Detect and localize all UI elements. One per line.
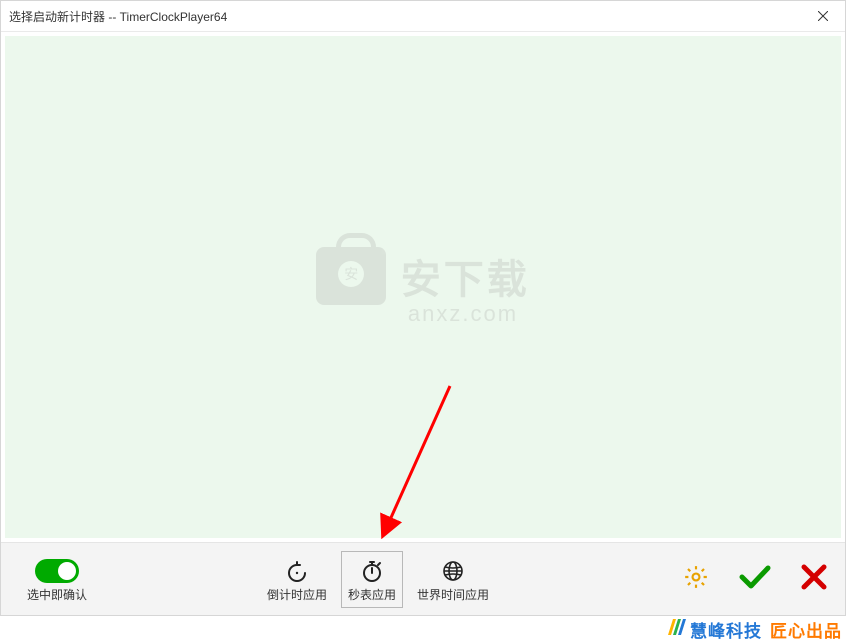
content-area: 安下载 anxz.com (5, 36, 841, 538)
x-icon (801, 564, 827, 590)
confirm-button[interactable] (739, 564, 771, 595)
watermark-text-small: anxz.com (396, 301, 529, 327)
confirm-on-select-toggle[interactable]: 选中即确认 (21, 552, 93, 607)
countdown-app-button[interactable]: 倒计时应用 (261, 552, 333, 607)
branding-footer: 慧峰科技 匠心出品 (662, 616, 848, 642)
watermark: 安下载 anxz.com (316, 247, 529, 327)
branding-part-a: 慧峰科技 (690, 617, 762, 642)
settings-button[interactable] (683, 564, 709, 595)
gear-icon (683, 564, 709, 590)
watermark-bag-icon (316, 247, 386, 305)
footer-right-actions (683, 564, 835, 595)
countdown-label: 倒计时应用 (267, 586, 327, 603)
toggle-on-icon (35, 559, 79, 583)
stopwatch-app-button[interactable]: 秒表应用 (341, 551, 403, 608)
stopwatch-label: 秒表应用 (348, 586, 396, 603)
stopwatch-icon (360, 559, 384, 583)
window-title: 选择启动新计时器 -- TimerClockPlayer64 (9, 8, 227, 25)
cancel-button[interactable] (801, 564, 827, 595)
watermark-text-big: 安下载 (401, 247, 530, 305)
confirm-on-select-label: 选中即确认 (27, 586, 87, 603)
footer-toolbar: 选中即确认 倒计时应用 (1, 542, 845, 615)
branding-part-b: 匠心出品 (770, 617, 842, 642)
close-button[interactable] (801, 1, 845, 31)
countdown-icon (285, 559, 309, 583)
annotation-arrow-icon (375, 376, 475, 546)
app-window: 选择启动新计时器 -- TimerClockPlayer64 安下载 anxz.… (0, 0, 846, 616)
globe-icon (441, 559, 465, 583)
check-icon (739, 564, 771, 590)
branding-stripes-icon (666, 617, 686, 642)
worldtime-app-button[interactable]: 世界时间应用 (411, 552, 495, 607)
worldtime-label: 世界时间应用 (417, 586, 489, 603)
close-icon (818, 11, 828, 21)
titlebar: 选择启动新计时器 -- TimerClockPlayer64 (1, 1, 845, 32)
